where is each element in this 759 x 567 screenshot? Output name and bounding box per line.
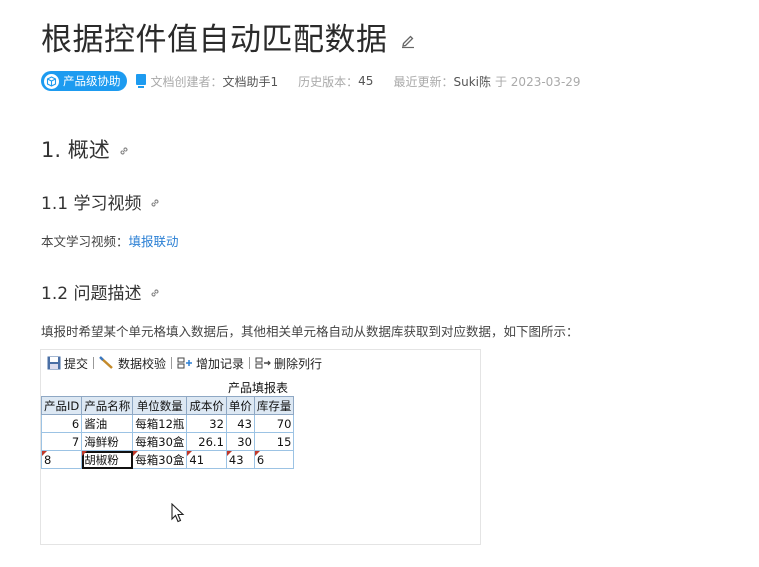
cell-cost[interactable]: 41 xyxy=(186,450,227,469)
problem-paragraph: 填报时希望某个单元格填入数据后，其他相关单元格自动从数据库获取到对应数据，如下图… xyxy=(41,324,579,339)
cell-price[interactable]: 43 xyxy=(225,450,255,469)
delete-row-icon xyxy=(255,357,271,369)
section-video-heading: 1.1 学习视频 xyxy=(41,189,161,214)
cell-price[interactable]: 43 xyxy=(225,414,255,433)
report-title: 产品填报表 xyxy=(227,381,288,395)
submit-label: 提交 xyxy=(64,356,89,371)
cell-product-id[interactable]: 6 xyxy=(40,414,83,433)
video-label: 本文学习视频： xyxy=(41,234,129,249)
delete-row-label: 删除列行 xyxy=(274,356,323,371)
table-row: 7 海鲜粉 每箱30盒 26.1 30 15 xyxy=(40,432,295,451)
updated-label: 最近更新： xyxy=(393,74,454,89)
toolbar-divider xyxy=(93,357,95,369)
add-record-label: 增加记录 xyxy=(196,356,245,371)
validate-button[interactable]: 数据校验 xyxy=(95,355,170,372)
video-link[interactable]: 填报联动 xyxy=(129,234,179,249)
submit-button[interactable]: 提交 xyxy=(43,355,92,372)
page-title: 根据控件值自动匹配数据 xyxy=(41,14,416,59)
badge-label: 产品级协助 xyxy=(63,74,121,88)
cell-product-name[interactable]: 胡椒粉 xyxy=(81,450,134,469)
report-toolbar: 提交 数据校验 增加记录 删除列行 xyxy=(41,350,480,376)
cell-product-id[interactable]: 7 xyxy=(40,432,83,451)
creator-label: 文档创建者： xyxy=(150,74,223,89)
mouse-pointer-icon xyxy=(171,503,185,523)
header-row: 产品ID 产品名称 单位数量 成本价 单价 库存量 xyxy=(40,396,295,415)
version-label: 历史版本： xyxy=(298,74,359,89)
column-header: 产品名称 xyxy=(81,396,134,415)
cell-unit-qty[interactable]: 每箱12瓶 xyxy=(132,414,188,433)
section-overview-heading: 1. 概述 xyxy=(41,134,130,164)
column-header: 成本价 xyxy=(186,396,227,415)
validate-label: 数据校验 xyxy=(118,356,167,371)
video-paragraph: 本文学习视频：填报联动 xyxy=(41,231,179,250)
cell-unit-qty[interactable]: 每箱30盒 xyxy=(132,450,188,469)
report-grid: 产品ID 产品名称 单位数量 成本价 单价 库存量 6 酱油 每箱12瓶 32 … xyxy=(40,396,295,469)
table-row: 8 胡椒粉 每箱30盒 41 43 6 xyxy=(40,450,295,469)
creator-name: 文档助手1 xyxy=(222,74,279,89)
cell-price[interactable]: 30 xyxy=(225,432,255,451)
updated-by: Suki陈 xyxy=(453,74,491,89)
save-icon xyxy=(47,356,61,370)
cell-stock[interactable]: 15 xyxy=(253,432,295,451)
document-icon xyxy=(135,74,146,88)
doc-meta: 产品级协助 文档创建者： 文档助手1 历史版本： 45 最近更新： Suki陈 … xyxy=(41,71,581,91)
column-header: 库存量 xyxy=(253,396,295,415)
add-record-button[interactable]: 增加记录 xyxy=(173,355,248,372)
column-header: 单位数量 xyxy=(132,396,188,415)
cell-product-name[interactable]: 酱油 xyxy=(81,414,134,433)
page-title-text: 根据控件值自动匹配数据 xyxy=(41,22,388,58)
toolbar-divider xyxy=(171,357,173,369)
section-overview-title: 1. 概述 xyxy=(41,138,110,162)
cell-unit-qty[interactable]: 每箱30盒 xyxy=(132,432,188,451)
brush-icon xyxy=(99,356,113,369)
cube-icon xyxy=(44,73,59,89)
column-header: 单价 xyxy=(225,396,255,415)
delete-row-button[interactable]: 删除列行 xyxy=(251,355,326,372)
cell-product-name[interactable]: 海鲜粉 xyxy=(81,432,134,451)
cell-stock[interactable]: 70 xyxy=(253,414,295,433)
table-row: 6 酱油 每箱12瓶 32 43 70 xyxy=(40,414,295,433)
edit-icon[interactable] xyxy=(400,33,416,49)
cell-product-id[interactable]: 8 xyxy=(40,450,83,469)
section-video-title: 1.1 学习视频 xyxy=(41,194,142,214)
cell-stock[interactable]: 6 xyxy=(253,450,295,469)
add-row-icon xyxy=(177,357,193,369)
report-screenshot: 提交 数据校验 增加记录 删除列行 产品填报表 产品ID 产品名称 单位数量 成… xyxy=(40,349,481,545)
anchor-link-icon[interactable] xyxy=(149,197,161,209)
product-level-badge[interactable]: 产品级协助 xyxy=(41,71,127,91)
updated-date: 于 2023-03-29 xyxy=(494,74,581,89)
section-problem-heading: 1.2 问题描述 xyxy=(41,279,161,304)
toolbar-divider xyxy=(249,357,251,369)
cell-cost[interactable]: 26.1 xyxy=(186,432,227,451)
column-header: 产品ID xyxy=(40,396,83,415)
version-number[interactable]: 45 xyxy=(358,74,373,88)
anchor-link-icon[interactable] xyxy=(118,145,130,157)
cell-cost[interactable]: 32 xyxy=(186,414,227,433)
anchor-link-icon[interactable] xyxy=(149,287,161,299)
section-problem-title: 1.2 问题描述 xyxy=(41,284,142,304)
